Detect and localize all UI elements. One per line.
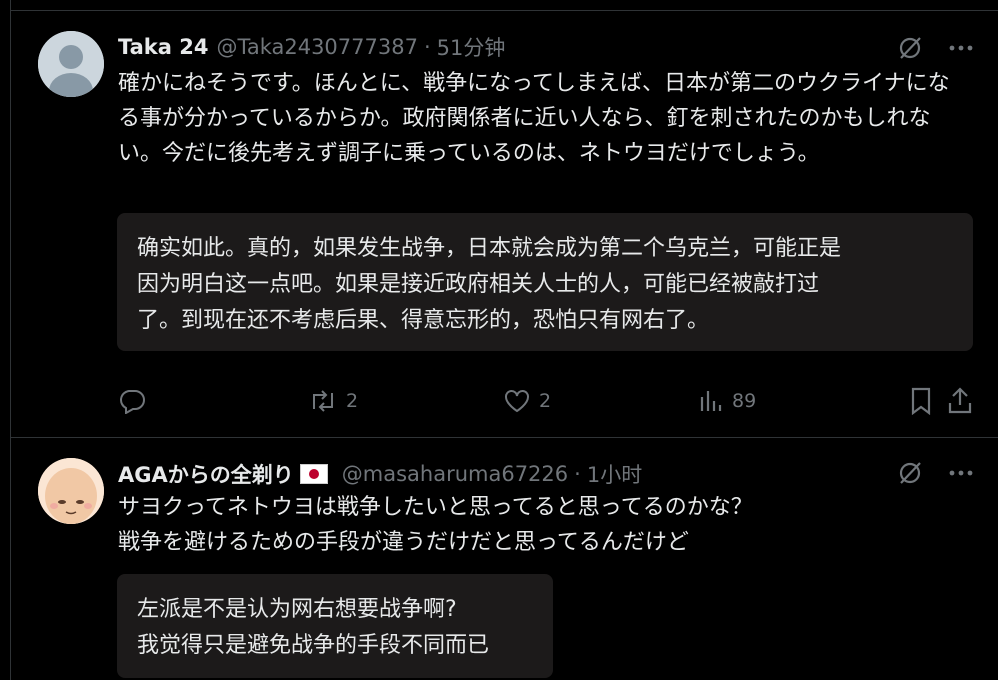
share-button[interactable] bbox=[947, 387, 973, 415]
timeline-feed: Taka 24 @Taka2430777387 · 51分钟 確かにねそうです。… bbox=[10, 0, 998, 680]
retweet-icon bbox=[308, 389, 338, 413]
tweet-header: AGAからの全剃り @masaharuma67226 · 1小时 bbox=[118, 459, 642, 489]
action-bar: 2 2 89 bbox=[118, 384, 973, 418]
tweet[interactable]: AGAからの全剃り @masaharuma67226 · 1小时 サヨクってネト… bbox=[11, 438, 998, 680]
header-actions bbox=[897, 460, 973, 486]
views-chart-icon bbox=[698, 389, 724, 413]
timestamp[interactable]: 51分钟 bbox=[437, 32, 506, 62]
tweet-header: Taka 24 @Taka2430777387 · 51分钟 bbox=[118, 32, 505, 62]
retweet-count: 2 bbox=[346, 390, 359, 412]
retweet-button[interactable]: 2 bbox=[308, 389, 358, 413]
avatar[interactable] bbox=[38, 458, 104, 524]
separator: · bbox=[423, 35, 431, 59]
tweet[interactable]: Taka 24 @Taka2430777387 · 51分钟 確かにねそうです。… bbox=[11, 11, 998, 438]
avatar[interactable] bbox=[38, 31, 104, 97]
bookmark-icon bbox=[909, 387, 933, 415]
translation-box: 确实如此。真的，如果发生战争，日本就会成为第二个乌克兰，可能正是 因为明白这一点… bbox=[117, 213, 973, 351]
reply-icon bbox=[118, 388, 146, 414]
translation-box: 左派是不是认为网右想要战争啊? 我觉得只是避免战争的手段不同而已 bbox=[117, 574, 553, 678]
handle[interactable]: @masaharuma67226 bbox=[342, 462, 568, 486]
timestamp[interactable]: 1小时 bbox=[587, 459, 642, 489]
more-dots-icon[interactable] bbox=[949, 470, 973, 476]
handle[interactable]: @Taka2430777387 bbox=[216, 35, 418, 59]
more-dots-icon[interactable] bbox=[949, 45, 973, 51]
tweet-text: 確かにねそうです。ほんとに、戦争になってしまえば、日本が第二のウクライナになる事… bbox=[118, 71, 950, 166]
display-name[interactable]: Taka 24 bbox=[118, 35, 208, 59]
like-count: 2 bbox=[539, 390, 552, 412]
header-actions bbox=[897, 35, 973, 61]
tweet-text: サヨクってネトウヨは戦争したいと思ってると思ってるのかな？ 戦争を避けるための手… bbox=[118, 495, 753, 555]
views-button[interactable]: 89 bbox=[698, 389, 756, 413]
japan-flag-icon bbox=[299, 464, 328, 484]
bookmark-button[interactable] bbox=[909, 387, 933, 415]
share-icon bbox=[947, 387, 973, 415]
reply-button[interactable] bbox=[118, 388, 154, 414]
default-avatar-icon bbox=[38, 31, 104, 97]
views-count: 89 bbox=[732, 390, 757, 412]
heart-icon bbox=[503, 389, 531, 413]
grok-slash-icon[interactable] bbox=[897, 35, 923, 61]
bald-head-avatar-icon bbox=[38, 458, 104, 524]
separator: · bbox=[574, 462, 581, 486]
like-button[interactable]: 2 bbox=[503, 389, 551, 413]
display-name[interactable]: AGAからの全剃り bbox=[118, 459, 294, 489]
grok-slash-icon[interactable] bbox=[897, 460, 923, 486]
